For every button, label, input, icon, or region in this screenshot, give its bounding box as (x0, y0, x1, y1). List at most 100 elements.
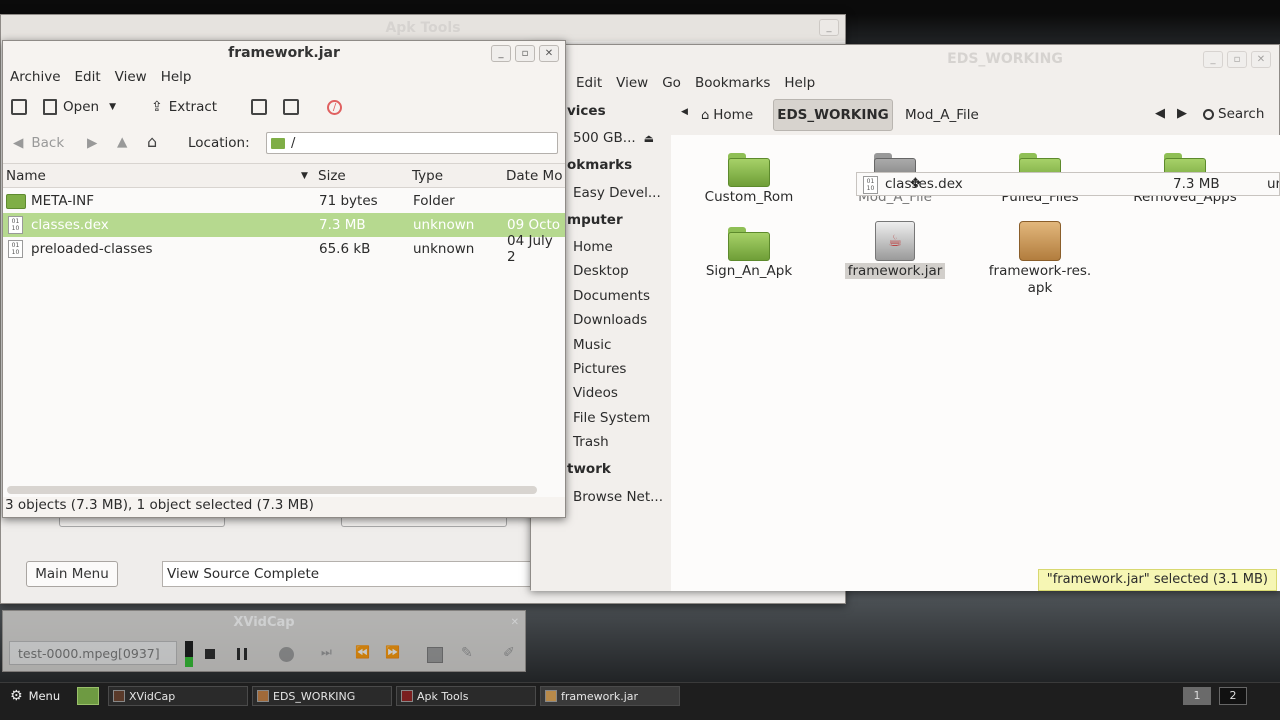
archive-navbar: ◀ Back ▶ ▲ ⌂ Location: / (3, 129, 565, 159)
device-500gb[interactable]: 500 GB... ⏏ (567, 130, 667, 146)
calculator-icon[interactable] (427, 647, 443, 663)
table-row[interactable]: META-INF 71 bytes Folder (3, 189, 565, 213)
menu-bookmarks[interactable]: Bookmarks (688, 75, 777, 91)
path-home-button[interactable]: ⌂ Home (701, 107, 753, 123)
menu-help[interactable]: Help (777, 75, 822, 91)
sidebar-item-desktop[interactable]: Desktop (573, 263, 629, 279)
cursor-move-icon: ✥ (910, 176, 921, 191)
stop-icon[interactable] (205, 649, 215, 659)
menu-help[interactable]: Help (154, 69, 199, 85)
devices-header: vices (567, 103, 606, 119)
add-files-icon[interactable] (251, 99, 267, 115)
binary-file-icon: 01 10 (863, 176, 878, 194)
task-framework-jar[interactable]: framework.jar (540, 686, 680, 706)
open-button[interactable]: Open ▼ (43, 99, 116, 115)
item-framework-res-apk[interactable]: framework-res. apk (980, 263, 1100, 297)
sort-down-icon[interactable]: ▼ (301, 171, 308, 181)
task-label: EDS_WORKING (273, 689, 356, 703)
package-icon[interactable] (1019, 221, 1061, 261)
task-apk-tools[interactable]: Apk Tools (396, 686, 536, 706)
pen-icon[interactable]: ✎ (461, 645, 473, 661)
forward-icon[interactable]: ⏭ (321, 645, 332, 660)
archive-title: framework.jar (228, 45, 340, 61)
horizontal-scrollbar[interactable] (7, 486, 537, 494)
sidebar-item-browse-network[interactable]: Browse Net... (573, 489, 663, 505)
forward-arrow-icon[interactable]: ▶ (87, 135, 97, 151)
sidebar-item-downloads[interactable]: Downloads (573, 312, 647, 328)
maximize-icon[interactable]: ▫ (1227, 51, 1247, 68)
pause-icon[interactable] (237, 648, 247, 660)
xvidcap-close-icon[interactable]: ✕ (511, 617, 519, 628)
row-date: 09 Octo (507, 217, 561, 233)
back-button[interactable]: ◀ Back (13, 135, 64, 151)
main-menu-button[interactable]: Main Menu (26, 561, 118, 587)
path-left-arrow-icon[interactable]: ◀ (681, 107, 688, 117)
drag-item-size: 7.3 MB (1173, 176, 1220, 192)
sidebar-item-music[interactable]: Music (573, 337, 611, 353)
search-button[interactable]: Search (1203, 106, 1264, 122)
task-eds-working[interactable]: EDS_WORKING (252, 686, 392, 706)
maximize-icon[interactable]: ▫ (515, 45, 535, 62)
column-date[interactable]: Date Mo (506, 168, 562, 184)
menu-go[interactable]: Go (655, 75, 688, 91)
sidebar-item-home[interactable]: Home (573, 239, 613, 255)
item-custom-rom[interactable]: Custom_Rom (689, 189, 809, 205)
menu-view[interactable]: View (108, 69, 154, 85)
workspace-1[interactable]: 1 (1183, 687, 1211, 705)
xvidcap-filename[interactable]: test-0000.mpeg[0937] (9, 641, 177, 665)
show-desktop-icon[interactable] (77, 687, 99, 705)
folder-icon[interactable] (728, 153, 770, 187)
menu-view[interactable]: View (609, 75, 655, 91)
sidebar-item-documents[interactable]: Documents (573, 288, 650, 304)
archive-status-bar: 3 objects (7.3 MB), 1 object selected (7… (5, 497, 314, 513)
minimize-icon[interactable]: _ (491, 45, 511, 62)
table-row[interactable]: 01 10 preloaded-classes 65.6 kB unknown 0… (3, 233, 565, 265)
column-size[interactable]: Size (318, 168, 346, 184)
menu-button[interactable]: ⚙ Menu (10, 688, 60, 704)
item-framework-jar[interactable]: framework.jar (835, 263, 955, 279)
rewind-icon[interactable]: ⏪ (355, 645, 370, 659)
menu-edit[interactable]: Edit (68, 69, 108, 85)
sidebar-item-pictures[interactable]: Pictures (573, 361, 626, 377)
minimize-icon[interactable]: _ (1203, 51, 1223, 68)
path-next-button[interactable]: Mod_A_File (905, 107, 979, 123)
task-xvidcap[interactable]: XVidCap (108, 686, 248, 706)
close-icon[interactable]: ✕ (1251, 51, 1271, 68)
item-sign-an-apk[interactable]: Sign_An_Apk (689, 263, 809, 279)
back-arrow-icon[interactable]: ◀ (1155, 106, 1165, 121)
column-type[interactable]: Type (412, 168, 443, 184)
extract-button[interactable]: ⇪ Extract (151, 99, 217, 115)
add-folder-icon[interactable] (283, 99, 299, 115)
fast-forward-icon[interactable]: ⏩ (385, 645, 400, 659)
stop-icon[interactable]: / (327, 100, 342, 115)
forward-arrow-icon[interactable]: ▶ (1177, 106, 1187, 121)
record-icon[interactable] (279, 647, 294, 662)
bookmark-easy-devel[interactable]: Easy Devel... (573, 185, 661, 201)
menu-archive[interactable]: Archive (3, 69, 68, 85)
location-field[interactable]: / (266, 132, 558, 154)
table-row-selected[interactable]: 01 10 classes.dex 7.3 MB unknown 09 Octo (3, 213, 565, 237)
workspace-2[interactable]: 2 (1219, 687, 1247, 705)
gear-icon: ⚙ (10, 688, 23, 704)
eject-icon[interactable]: ⏏ (644, 132, 654, 145)
up-arrow-icon[interactable]: ▲ (117, 134, 127, 150)
sidebar-item-videos[interactable]: Videos (573, 385, 618, 401)
column-name[interactable]: Name (6, 168, 46, 184)
menu-edit[interactable]: Edit (569, 75, 609, 91)
folder-icon[interactable] (728, 227, 770, 261)
sidebar-item-trash[interactable]: Trash (573, 434, 609, 450)
app-icon (257, 690, 269, 702)
close-icon[interactable]: ✕ (539, 45, 559, 62)
new-archive-icon[interactable] (11, 99, 27, 115)
java-jar-icon[interactable]: ☕ (875, 221, 915, 261)
sidebar-item-file-system[interactable]: File System (573, 410, 650, 426)
path-home-label: Home (713, 107, 754, 123)
home-icon[interactable]: ⌂ (147, 132, 157, 151)
row-size: 7.3 MB (319, 217, 366, 233)
brush-icon[interactable]: ✐ (503, 645, 515, 661)
chevron-down-icon[interactable]: ▼ (109, 102, 116, 112)
file-manager-title: EDS_WORKING (731, 45, 1279, 73)
minimize-icon[interactable]: _ (819, 19, 839, 36)
file-manager-window-buttons: _ ▫ ✕ (1203, 51, 1271, 68)
path-current-button[interactable]: EDS_WORKING (773, 99, 893, 131)
